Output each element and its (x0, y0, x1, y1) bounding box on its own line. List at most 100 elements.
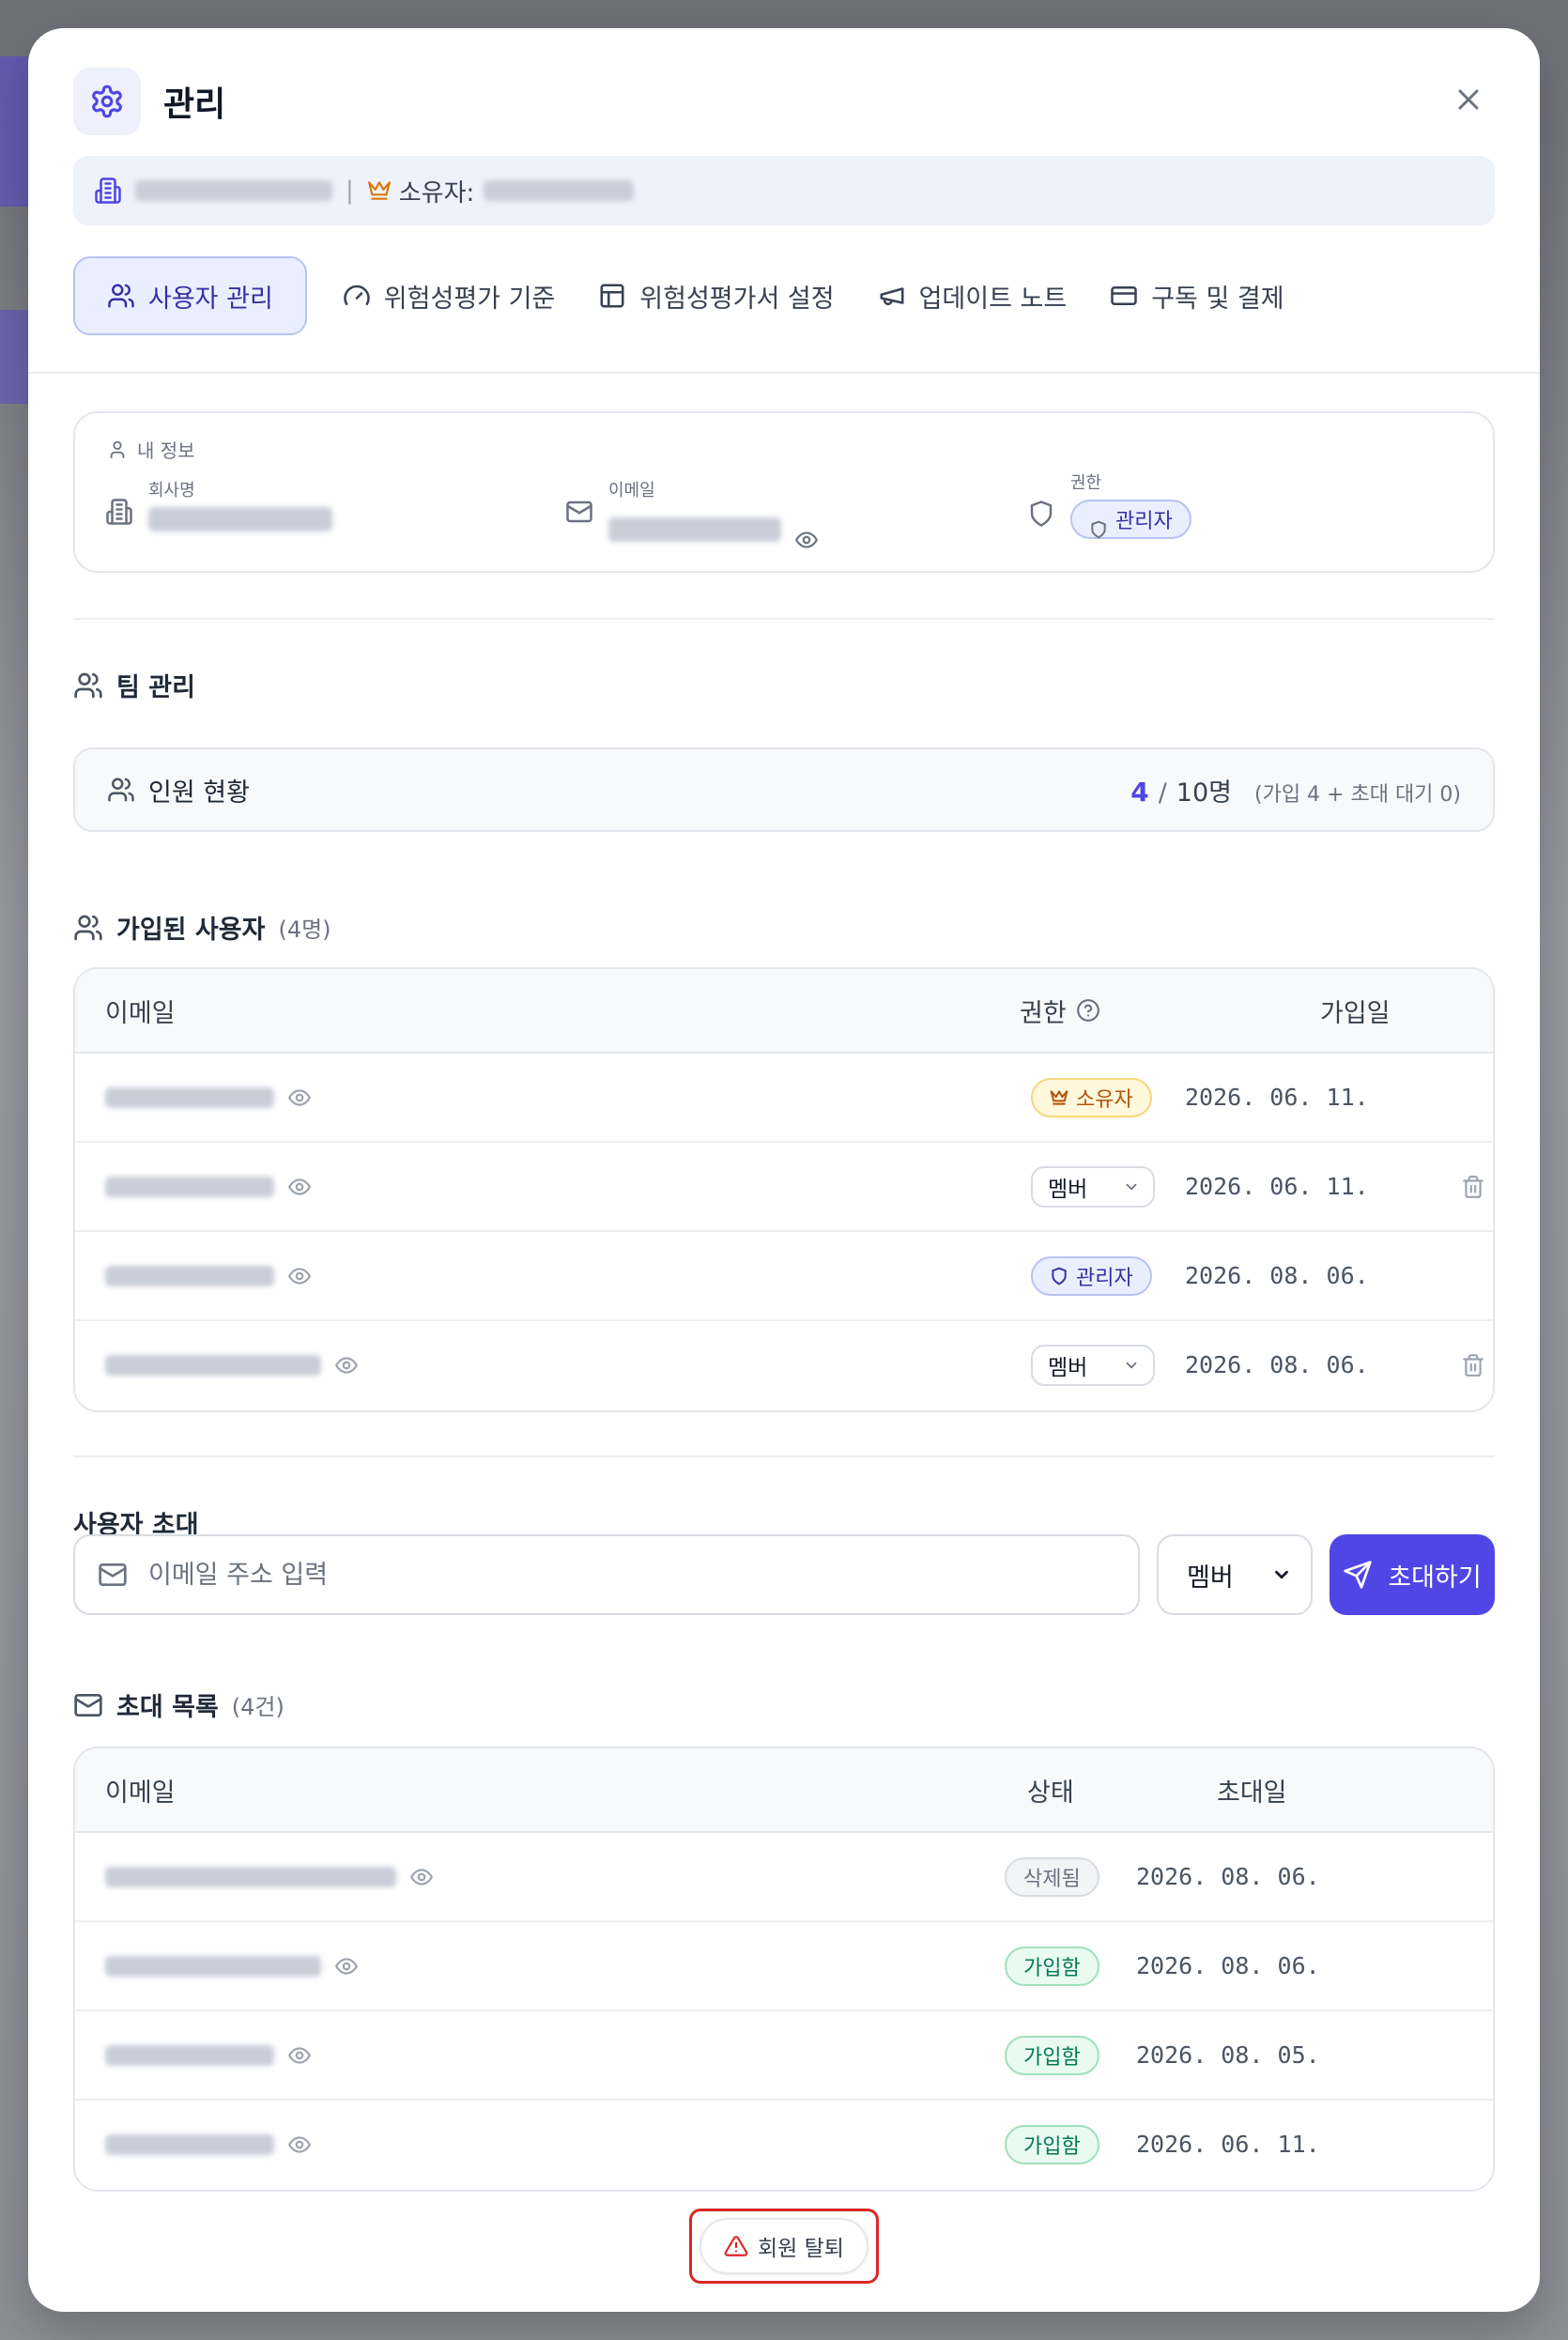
tab-risk-report-settings[interactable]: 위험성평가서 설정 (591, 256, 841, 335)
email-redacted (105, 1866, 396, 1887)
eye-icon[interactable] (287, 1175, 312, 1199)
role-select[interactable]: 멤버 (1031, 1165, 1155, 1208)
eye-icon[interactable] (287, 2043, 312, 2068)
delete-cell (1461, 1321, 1485, 1409)
eye-icon[interactable] (334, 1954, 359, 1978)
alert-triangle-icon (724, 2234, 748, 2258)
company-label: 회사명 (148, 481, 195, 500)
tab-update-notes[interactable]: 업데이트 노트 (870, 256, 1075, 335)
users-icon (107, 776, 135, 804)
trash-icon[interactable] (1461, 1175, 1485, 1199)
email-redacted (105, 1265, 274, 1286)
email-redacted (105, 2133, 274, 2155)
role-cell: 멤버 (1031, 1143, 1155, 1230)
tab-label: 구독 및 결제 (1151, 284, 1284, 314)
crown-icon (1050, 1088, 1068, 1107)
send-icon (1343, 1560, 1373, 1590)
tab-risk-criteria[interactable]: 위험성평가 기준 (335, 256, 562, 335)
eye-icon[interactable] (287, 1085, 312, 1110)
users-icon (107, 282, 135, 310)
table-row: 소유자 2026. 06. 11. (75, 1054, 1493, 1143)
role-select[interactable]: 멤버 (1031, 1344, 1155, 1386)
members-title: 가입된 사용자 (4명) (73, 909, 331, 946)
invite-role-value: 멤버 (1187, 1563, 1234, 1593)
invitations-title-text: 초대 목록 (116, 1693, 219, 1722)
withdraw-button[interactable]: 회원 탈퇴 (699, 2218, 869, 2274)
role-value: 관리자 (1115, 510, 1173, 533)
role-badge-admin: 관리자 (1070, 500, 1191, 539)
help-circle-icon[interactable] (1076, 998, 1100, 1023)
crown-icon (367, 178, 392, 203)
invitations-table-header: 이메일 상태 초대일 (75, 1748, 1493, 1833)
table-row: 가입함 2026. 08. 05. (75, 2011, 1493, 2101)
eye-icon[interactable] (287, 1264, 312, 1288)
tab-subscription-billing[interactable]: 구독 및 결제 (1102, 256, 1291, 335)
invite-email-input[interactable] (148, 1560, 1115, 1590)
status-cell: 가입함 (1005, 2011, 1099, 2099)
my-info-card: 내 정보 회사명 이메일 권한 관리자 (73, 411, 1495, 573)
status-badge: 삭제됨 (1005, 1856, 1099, 1897)
headcount-max: 10명 (1176, 777, 1232, 808)
status-cell: 삭제됨 (1005, 1833, 1099, 1920)
column-email: 이메일 (105, 1778, 176, 1808)
invite-form: 멤버 초대하기 (73, 1534, 1495, 1615)
email-cell (105, 1054, 312, 1141)
modal-title: 관리 (163, 85, 226, 124)
joined-date: 2026. 08. 06. (1185, 1351, 1369, 1378)
headcount-slash: / (1158, 777, 1167, 808)
invite-button-label: 초대하기 (1388, 1563, 1482, 1593)
table-row: 관리자 2026. 08. 06. (75, 1232, 1493, 1321)
invited-date: 2026. 06. 11. (1136, 2131, 1320, 2158)
company-name-redacted (148, 507, 332, 531)
mail-icon (565, 498, 593, 526)
invite-role-select[interactable]: 멤버 (1157, 1534, 1313, 1615)
invitations-title: 초대 목록 (4건) (73, 1686, 284, 1723)
trash-icon[interactable] (1461, 1353, 1485, 1378)
eye-icon[interactable] (409, 1865, 434, 1889)
my-info-label: 내 정보 (107, 436, 195, 463)
role-cell: 관리자 (1031, 1232, 1152, 1319)
tab-label: 위험성평가 기준 (383, 284, 556, 314)
column-joined: 가입일 (1320, 998, 1391, 1028)
divider (73, 618, 1495, 620)
shield-icon (1089, 520, 1108, 539)
tab-bar: 사용자 관리 위험성평가 기준 위험성평가서 설정 업데이트 노트 구독 및 결… (73, 255, 1495, 336)
eye-icon[interactable] (794, 528, 819, 552)
email-cell (105, 1143, 312, 1230)
tab-user-management[interactable]: 사용자 관리 (73, 256, 307, 335)
email-redacted (105, 1955, 321, 1977)
megaphone-icon (878, 282, 906, 310)
invitations-table: 이메일 상태 초대일 삭제됨 2026. 08. 06. 가입함 2026. 0… (73, 1747, 1495, 2192)
users-icon (73, 670, 103, 700)
email-cell (105, 2101, 312, 2188)
eye-icon[interactable] (334, 1353, 359, 1378)
gauge-icon (343, 282, 371, 310)
status-badge: 가입함 (1005, 2124, 1099, 2164)
members-title-text: 가입된 사용자 (116, 916, 266, 945)
team-title-text: 팀 관리 (116, 673, 195, 702)
email-redacted (105, 2044, 274, 2066)
divider (73, 1455, 1495, 1457)
status-cell: 가입함 (1005, 2101, 1099, 2188)
modal-header: 관리 (73, 66, 1495, 136)
status-cell: 가입함 (1005, 1922, 1099, 2009)
status-badge: 가입함 (1005, 1946, 1099, 1986)
invite-button[interactable]: 초대하기 (1330, 1534, 1495, 1615)
email-redacted (105, 1176, 274, 1197)
members-table: 이메일 권한 가입일 소유자 2026. 06. 11. 멤버 2026. 06… (73, 967, 1495, 1412)
invite-email-field[interactable] (73, 1534, 1140, 1615)
building-icon (105, 498, 133, 526)
headcount-values: 4 / 10명 (가입 4 + 초대 대기 0) (1130, 772, 1461, 808)
role-info: 권한 관리자 (1027, 470, 1191, 543)
owner-label: 소유자: (398, 178, 475, 208)
eye-icon[interactable] (287, 2132, 312, 2157)
email-redacted (105, 1086, 274, 1108)
column-role-label: 권한 (1020, 998, 1067, 1028)
delete-cell (1461, 1143, 1485, 1230)
mail-icon (73, 1690, 103, 1720)
close-icon[interactable] (1452, 83, 1485, 116)
role-value: 관리자 (1076, 1266, 1133, 1290)
divider (28, 372, 1540, 374)
table-row: 멤버 2026. 08. 06. (75, 1321, 1493, 1410)
chevron-down-icon (1123, 1178, 1140, 1195)
